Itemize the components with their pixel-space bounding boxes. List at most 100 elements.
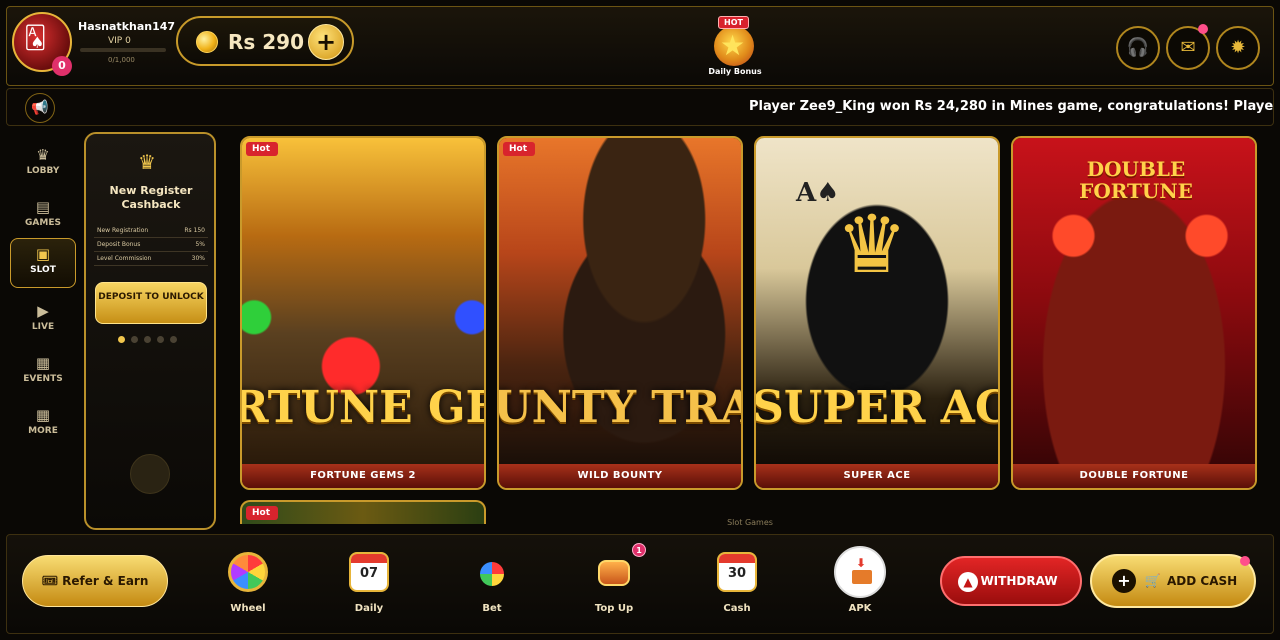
crown-icon: ♛ — [36, 146, 50, 164]
cash-button[interactable]: 30 Cash — [702, 548, 772, 620]
withdraw-label: WITHDRAW — [980, 574, 1058, 588]
add-balance-button[interactable]: + — [308, 24, 344, 60]
apk-button[interactable]: ⬇ APK — [825, 546, 895, 620]
add-cash-label: ADD CASH — [1167, 574, 1238, 588]
carousel-dot[interactable] — [157, 336, 164, 343]
calendar-icon: 07 — [349, 552, 389, 592]
game-name: WILD BOUNTY — [499, 464, 741, 488]
carousel-dot[interactable] — [118, 336, 125, 343]
avatar-badge: 0 — [52, 56, 72, 76]
promo-row-label: New Registration — [97, 227, 149, 234]
top-up-button[interactable]: Top Up — [579, 548, 649, 620]
game-card-wild-bounty[interactable]: Hot UNTY TRA WILD BOUNTY — [497, 136, 743, 490]
play-icon: ▶ — [37, 302, 49, 320]
headset-icon[interactable]: 🎧 — [1116, 26, 1160, 70]
cart-icon: 🛒 — [1144, 574, 1161, 589]
coin-icon — [196, 31, 218, 53]
cards-icon: 🂡 — [24, 26, 47, 51]
wallet-balance: Rs 290 + — [176, 16, 354, 66]
game-card-double-fortune[interactable]: DOUBLE FORTUNE DOUBLE FORTUNE — [1011, 136, 1257, 490]
bottom-item-label: Wheel — [230, 603, 266, 614]
carousel-dot[interactable] — [131, 336, 138, 343]
calendar-number: 30 — [727, 566, 747, 581]
game-lobby-screen: 🂡 0 Hasnatkhan147 VIP 0 0/1,000 Rs 290 +… — [0, 0, 1280, 640]
side-nav: ♛ LOBBY ▤ GAMES ▣ SLOT ▶ LIVE ▦ EVENTS ▦… — [6, 128, 80, 532]
promo-row-label: Deposit Bonus — [97, 241, 141, 248]
hot-tag: HOT — [718, 16, 749, 29]
nav-label: MORE — [28, 426, 58, 436]
refer-earn-button[interactable]: 🎟 Refer & Earn — [22, 555, 168, 607]
game-logo-text: RTUNE GEM — [240, 382, 484, 433]
promo-row: New Registration Rs 150 — [94, 224, 208, 238]
nav-item-more[interactable]: ▦ MORE — [10, 400, 76, 448]
section-label: Slot Games — [727, 518, 773, 527]
game-card-partial[interactable]: Hot — [240, 500, 486, 524]
joystick-handle[interactable] — [130, 454, 170, 494]
promo-row-value: 30% — [191, 255, 205, 262]
carousel-dot[interactable] — [170, 336, 177, 343]
grid-icon: ▦ — [35, 406, 51, 424]
carousel-dots — [118, 336, 177, 343]
vip-progress-text: 0/1,000 — [108, 56, 135, 64]
gear-icon[interactable]: ✹ — [1216, 26, 1260, 70]
top-up-badge: 1 — [632, 543, 646, 557]
mail-notification-dot — [1198, 24, 1208, 34]
calendar-number: 07 — [359, 566, 379, 581]
add-cash-button[interactable]: + 🛒 ADD CASH — [1090, 554, 1256, 608]
refer-label: Refer & Earn — [62, 574, 149, 588]
slot-icon: ▣ — [35, 245, 51, 263]
vip-progress-bar — [80, 48, 166, 52]
ace-card-icon: A♠ — [796, 178, 840, 208]
gift-icon — [480, 562, 504, 586]
promo-row-value: Rs 150 — [184, 227, 205, 234]
star-icon: ★ — [714, 26, 754, 66]
double-fortune-logo: DOUBLE FORTUNE — [1079, 157, 1193, 203]
daily-bonus-button[interactable]: ★ HOT Daily Bonus — [704, 10, 766, 80]
crown-icon: ♛ — [836, 198, 908, 291]
deposit-to-unlock-button[interactable]: DEPOSIT TO UNLOCK — [95, 282, 207, 324]
calendar-icon: ▦ — [35, 354, 51, 372]
bottom-item-label: Daily — [354, 603, 384, 614]
carousel-dot[interactable] — [144, 336, 151, 343]
nav-label: EVENTS — [23, 374, 63, 384]
plus-icon: + — [1112, 569, 1136, 593]
promo-row: Level Commission 30% — [94, 252, 208, 266]
ticket-icon: 🎟 — [41, 574, 59, 589]
megaphone-icon[interactable]: 📢 — [25, 93, 55, 123]
ticker-text: Player Zee9_King won Rs 24,280 in Mines … — [749, 99, 1274, 114]
hot-badge: Hot — [246, 506, 279, 520]
nav-item-games[interactable]: ▤ GAMES — [10, 192, 76, 240]
gamepad-icon: ▤ — [35, 198, 51, 216]
withdraw-button[interactable]: ▲ WITHDRAW — [940, 556, 1082, 606]
hot-badge: Hot — [246, 142, 279, 156]
game-card-fortune-gems-2[interactable]: Hot RTUNE GEM FORTUNE GEMS 2 — [240, 136, 486, 490]
vip-level: VIP 0 — [108, 36, 131, 46]
nav-label: SLOT — [30, 265, 56, 275]
nav-item-live[interactable]: ▶ LIVE — [10, 296, 76, 344]
nav-label: LOBBY — [26, 166, 60, 176]
game-card-super-ace[interactable]: A♠ ♛ SUPER AC SUPER ACE — [754, 136, 1000, 490]
game-logo-text: UNTY TRA — [497, 382, 743, 433]
wheel-button[interactable]: Wheel — [213, 548, 283, 620]
nav-label: LIVE — [31, 322, 55, 332]
daily-button[interactable]: 07 Daily — [334, 548, 404, 620]
game-name: FORTUNE GEMS 2 — [242, 464, 484, 488]
nav-item-events[interactable]: ▦ EVENTS — [10, 348, 76, 396]
nav-label: GAMES — [25, 218, 61, 228]
hot-badge: Hot — [503, 142, 536, 156]
bet-button[interactable]: Bet — [457, 548, 527, 620]
game-logo-text: SUPER AC — [754, 382, 1000, 433]
calendar-icon: 30 — [717, 552, 757, 592]
bottom-item-label: Bet — [482, 603, 502, 614]
bottom-item-label: Top Up — [594, 603, 634, 614]
arrow-up-icon: ▲ — [958, 572, 978, 592]
game-name: DOUBLE FORTUNE — [1013, 464, 1255, 488]
bottom-item-label: Cash — [723, 603, 751, 614]
nav-item-lobby[interactable]: ♛ LOBBY — [10, 140, 76, 188]
nav-item-slot[interactable]: ▣ SLOT — [10, 238, 76, 288]
promo-title: New Register Cashback — [109, 184, 193, 211]
crown-icon: ♛ — [138, 150, 156, 174]
bottom-item-label: APK — [848, 603, 872, 614]
promo-row-value: 5% — [195, 241, 205, 248]
treasure-icon — [598, 560, 630, 586]
